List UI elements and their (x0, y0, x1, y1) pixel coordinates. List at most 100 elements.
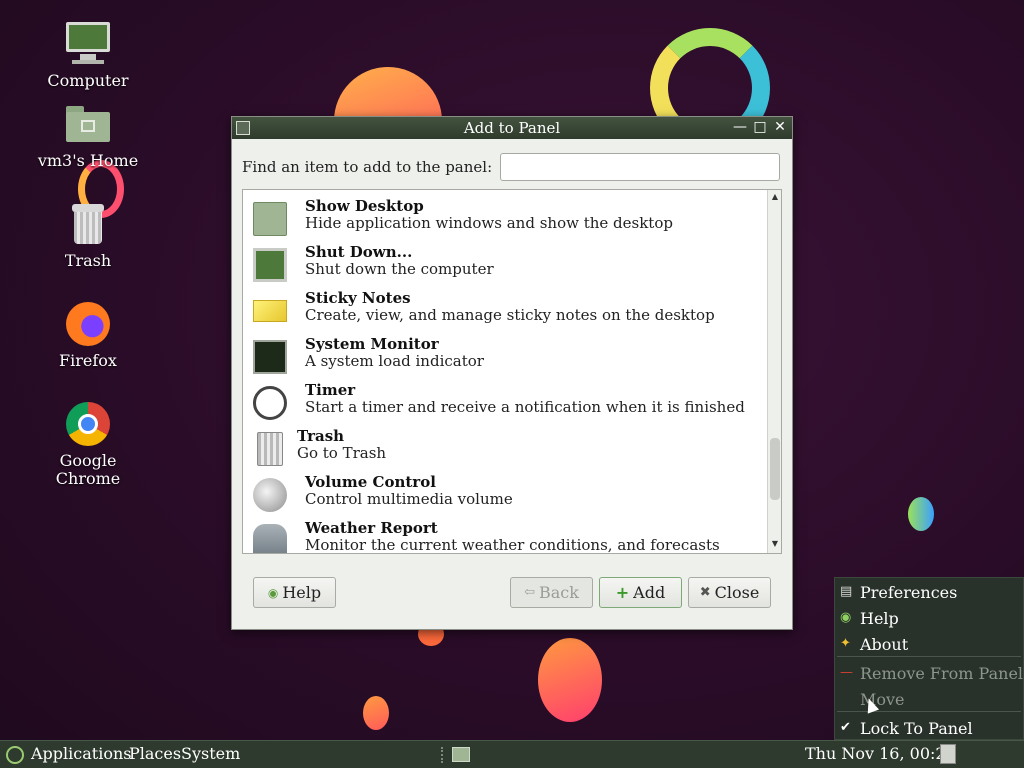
desktop-icon-label: Firefox (59, 351, 117, 370)
context-menu-label: Preferences (860, 582, 958, 602)
chrome-icon (64, 400, 112, 448)
list-item-name: Shut Down... (305, 243, 413, 261)
about-icon: ✦ (840, 636, 851, 651)
back-button-label: Back (538, 583, 579, 602)
add-button[interactable]: + Add (599, 577, 682, 608)
list-item-description: Start a timer and receive a notification… (305, 398, 745, 416)
desktop-icon-label: Trash (64, 251, 112, 270)
list-item-name: Sticky Notes (305, 289, 411, 307)
desktop-icon-label: Computer (47, 71, 129, 90)
list-scrollbar[interactable]: ▲ ▼ (767, 190, 781, 553)
context-menu-item[interactable]: ✔ Lock To Panel (835, 716, 1024, 740)
context-menu-item[interactable]: ◉ Help (835, 606, 1024, 630)
preferences-icon: ▤ (840, 584, 853, 599)
close-button-label: Close (714, 583, 760, 602)
trash-applet-icon[interactable] (940, 744, 956, 764)
panel-drag-handle[interactable] (441, 747, 445, 763)
desktop-icon-computer[interactable]: Computer (28, 20, 148, 90)
computer-icon (64, 20, 112, 68)
shutdown-icon (253, 248, 287, 282)
show-desktop-icon (253, 202, 287, 236)
context-menu-label: Help (860, 608, 899, 628)
scroll-up-arrow-icon[interactable]: ▲ (768, 192, 781, 204)
trash-icon (257, 432, 283, 466)
applet-list[interactable]: Show Desktop Hide application windows and… (242, 189, 782, 554)
system-monitor-icon (253, 340, 287, 374)
sticky-notes-icon (253, 300, 287, 322)
help-icon: ◉ (840, 610, 852, 625)
close-button[interactable]: ✖ Close (688, 577, 771, 608)
list-item[interactable]: Show Desktop Hide application windows and… (243, 198, 765, 244)
back-button[interactable]: ⇦ Back (510, 577, 593, 608)
dialog-title: Add to Panel (463, 119, 561, 137)
desktop-icon-label: vm3's Home (37, 151, 139, 170)
list-item-description: Hide application windows and show the de… (305, 214, 673, 232)
list-item-description: Go to Trash (297, 444, 387, 462)
back-arrow-icon: ⇦ (524, 585, 535, 600)
firefox-icon (64, 300, 112, 348)
desktop-icon-chrome[interactable]: Google Chrome (28, 400, 148, 488)
context-menu-item[interactable]: ▤ Preferences (835, 580, 1024, 604)
system-menu[interactable]: System (181, 744, 240, 763)
list-item-name: Show Desktop (305, 197, 424, 215)
desktop-icon-trash[interactable]: Trash (28, 200, 148, 270)
search-input[interactable] (500, 153, 780, 181)
list-item-description: A system load indicator (305, 352, 484, 370)
close-x-icon: ✖ (699, 585, 711, 600)
list-item[interactable]: Weather Report Monitor the current weathe… (243, 519, 765, 554)
context-menu-item[interactable]: — Remove From Panel (835, 661, 1024, 685)
list-item-name: Volume Control (305, 473, 436, 491)
show-desktop-icon[interactable] (452, 747, 470, 762)
trash-icon (64, 200, 112, 248)
bg-orange-blob-2 (538, 638, 602, 722)
add-button-label: Add (633, 583, 666, 602)
list-item-name: Timer (305, 381, 356, 399)
list-item-name: System Monitor (305, 335, 439, 353)
list-item-name: Trash (297, 427, 345, 445)
list-item[interactable]: Sticky Notes Create, view, and manage sti… (243, 290, 765, 336)
list-item-name: Weather Report (305, 519, 438, 537)
checkmark-icon: ✔ (840, 720, 851, 735)
minimize-icon[interactable]: — (732, 119, 748, 135)
list-item[interactable]: Trash Go to Trash (243, 428, 765, 474)
desktop-icon-firefox[interactable]: Firefox (28, 300, 148, 370)
list-item-description: Monitor the current weather conditions, … (305, 536, 720, 554)
add-plus-icon: + (615, 583, 630, 602)
context-menu-label: Remove From Panel (860, 663, 1024, 683)
list-item-description: Shut down the computer (305, 260, 494, 278)
desktop-icon-home[interactable]: vm3's Home (28, 100, 148, 170)
close-icon[interactable]: ✕ (772, 119, 788, 135)
list-item[interactable]: Timer Start a timer and receive a notific… (243, 382, 765, 428)
maximize-icon[interactable]: □ (752, 119, 768, 135)
list-item[interactable]: Volume Control Control multimedia volume (243, 474, 765, 520)
help-button[interactable]: ◉ Help (253, 577, 336, 608)
menu-separator (837, 656, 1021, 657)
applet-context-menu: ▤ Preferences ◉ Help ✦ About — Remove From Pane… (834, 577, 1024, 740)
dialog-titlebar[interactable]: Add to Panel — □ ✕ (232, 117, 792, 139)
home-folder-icon (64, 100, 112, 148)
list-item[interactable]: System Monitor A system load indicator (243, 336, 765, 382)
list-item-description: Create, view, and manage sticky notes on… (305, 306, 715, 324)
applications-menu[interactable]: Applications (31, 744, 131, 763)
bg-blue-blob (908, 497, 934, 531)
help-icon: ◉ (267, 585, 279, 600)
list-item[interactable]: Shut Down... Shut down the computer (243, 244, 765, 290)
context-menu-label: About (860, 634, 909, 654)
mate-logo-icon[interactable] (6, 746, 24, 764)
desktop-icon-label: Google Chrome (55, 451, 121, 488)
scroll-down-arrow-icon[interactable]: ▼ (768, 539, 781, 551)
menu-separator (837, 711, 1021, 712)
bg-orange-blob-3 (363, 696, 389, 730)
timer-icon (253, 386, 287, 420)
scrollbar-thumb[interactable] (770, 438, 780, 500)
context-menu-item[interactable]: ✦ About (835, 632, 1024, 656)
list-item-description: Control multimedia volume (305, 490, 513, 508)
context-menu-label: Lock To Panel (860, 718, 973, 738)
places-menu[interactable]: Places (129, 744, 181, 763)
remove-icon: — (840, 665, 853, 680)
clock[interactable]: Thu Nov 16, 00:22 (805, 744, 956, 763)
add-to-panel-dialog: Add to Panel — □ ✕ Find an item to add t… (231, 116, 793, 630)
weather-icon (253, 524, 287, 553)
volume-icon (253, 478, 287, 512)
help-button-label: Help (282, 583, 322, 602)
